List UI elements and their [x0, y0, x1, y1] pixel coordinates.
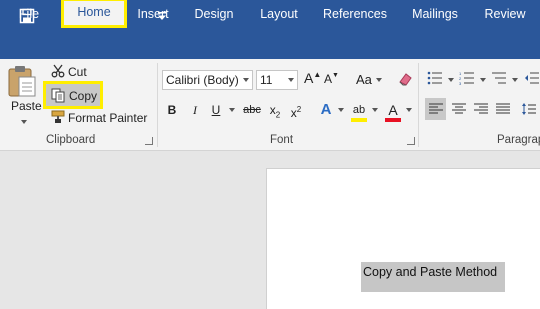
clipboard-launcher-icon[interactable]: [145, 137, 153, 145]
font-group-label: Font: [270, 134, 294, 146]
justify-icon: [495, 103, 510, 114]
font-color-button[interactable]: A: [385, 101, 401, 119]
font-color-swatch: [385, 118, 401, 122]
highlight-dropdown-icon[interactable]: [372, 108, 378, 112]
highlight-color-swatch: [351, 118, 367, 122]
change-case-dropdown-icon[interactable]: [376, 78, 382, 82]
paste-icon[interactable]: [6, 64, 38, 98]
bullets-dropdown-icon[interactable]: [448, 78, 454, 82]
align-right-icon: [473, 103, 488, 114]
multilevel-dropdown-icon[interactable]: [512, 78, 518, 82]
cut-icon[interactable]: [50, 63, 66, 79]
line-spacing-icon: [522, 103, 536, 115]
clear-formatting-icon[interactable]: [396, 70, 414, 88]
font-size-value: 11: [260, 73, 273, 87]
format-painter-icon[interactable]: [50, 109, 66, 125]
chevron-down-icon: [243, 78, 249, 82]
superscript-button[interactable]: x2: [288, 101, 304, 120]
tab-mailings[interactable]: Mailings: [405, 0, 465, 28]
copy-label[interactable]: Copy: [69, 89, 97, 103]
decrease-indent-icon[interactable]: [524, 70, 540, 86]
copy-icon[interactable]: [50, 87, 66, 103]
align-center-button[interactable]: [448, 98, 469, 120]
underline-button[interactable]: U: [209, 101, 223, 119]
align-center-icon: [451, 103, 466, 114]
paste-button[interactable]: Paste: [11, 99, 42, 113]
tab-references[interactable]: References: [320, 0, 390, 28]
svg-text:3: 3: [459, 81, 462, 85]
selected-text[interactable]: Copy and Paste Method: [361, 262, 505, 292]
chevron-down-icon: [288, 78, 294, 82]
font-name-select[interactable]: Calibri (Body): [162, 70, 253, 90]
font-name-value: Calibri (Body): [166, 73, 239, 87]
ribbon-tabs: [0, 31, 540, 59]
align-left-icon: [428, 103, 443, 114]
align-right-button[interactable]: [470, 98, 491, 120]
subscript-button[interactable]: x2: [267, 101, 283, 119]
highlight-button[interactable]: ab: [350, 101, 368, 119]
format-painter-button[interactable]: Format Painter: [68, 111, 147, 125]
align-left-button[interactable]: [425, 98, 446, 120]
multilevel-list-icon[interactable]: [490, 70, 508, 86]
font-launcher-icon[interactable]: [407, 137, 415, 145]
numbering-dropdown-icon[interactable]: [480, 78, 486, 82]
grow-font-button[interactable]: A▲: [304, 70, 321, 86]
strikethrough-button[interactable]: abc: [241, 101, 263, 119]
tab-file[interactable]: File: [12, 0, 46, 28]
clipboard-group-label: Clipboard: [46, 134, 96, 146]
paste-dropdown-icon[interactable]: [21, 120, 27, 124]
italic-button[interactable]: I: [188, 101, 202, 119]
justify-button[interactable]: [492, 98, 513, 120]
paragraph-group-label: Paragrap: [497, 134, 540, 146]
tab-layout[interactable]: Layout: [254, 0, 304, 28]
font-color-dropdown-icon[interactable]: [406, 108, 412, 112]
bold-button[interactable]: B: [164, 101, 180, 119]
underline-dropdown-icon[interactable]: [229, 108, 235, 112]
text-effects-dropdown-icon[interactable]: [338, 108, 344, 112]
line-spacing-button[interactable]: [518, 98, 540, 120]
bullets-icon[interactable]: [426, 70, 444, 86]
tab-insert[interactable]: Insert: [132, 0, 174, 28]
tab-review[interactable]: Review: [480, 0, 530, 28]
group-separator: [157, 63, 158, 147]
cut-button[interactable]: Cut: [68, 65, 87, 79]
font-size-select[interactable]: 11: [256, 70, 298, 90]
group-separator: [418, 63, 419, 147]
numbering-icon[interactable]: 123: [458, 70, 476, 86]
shrink-font-button[interactable]: A▼: [324, 72, 339, 86]
tab-home[interactable]: Home: [61, 0, 127, 28]
tab-design[interactable]: Design: [190, 0, 238, 28]
text-effects-button[interactable]: A: [318, 101, 334, 119]
change-case-button[interactable]: Aa: [356, 72, 372, 87]
